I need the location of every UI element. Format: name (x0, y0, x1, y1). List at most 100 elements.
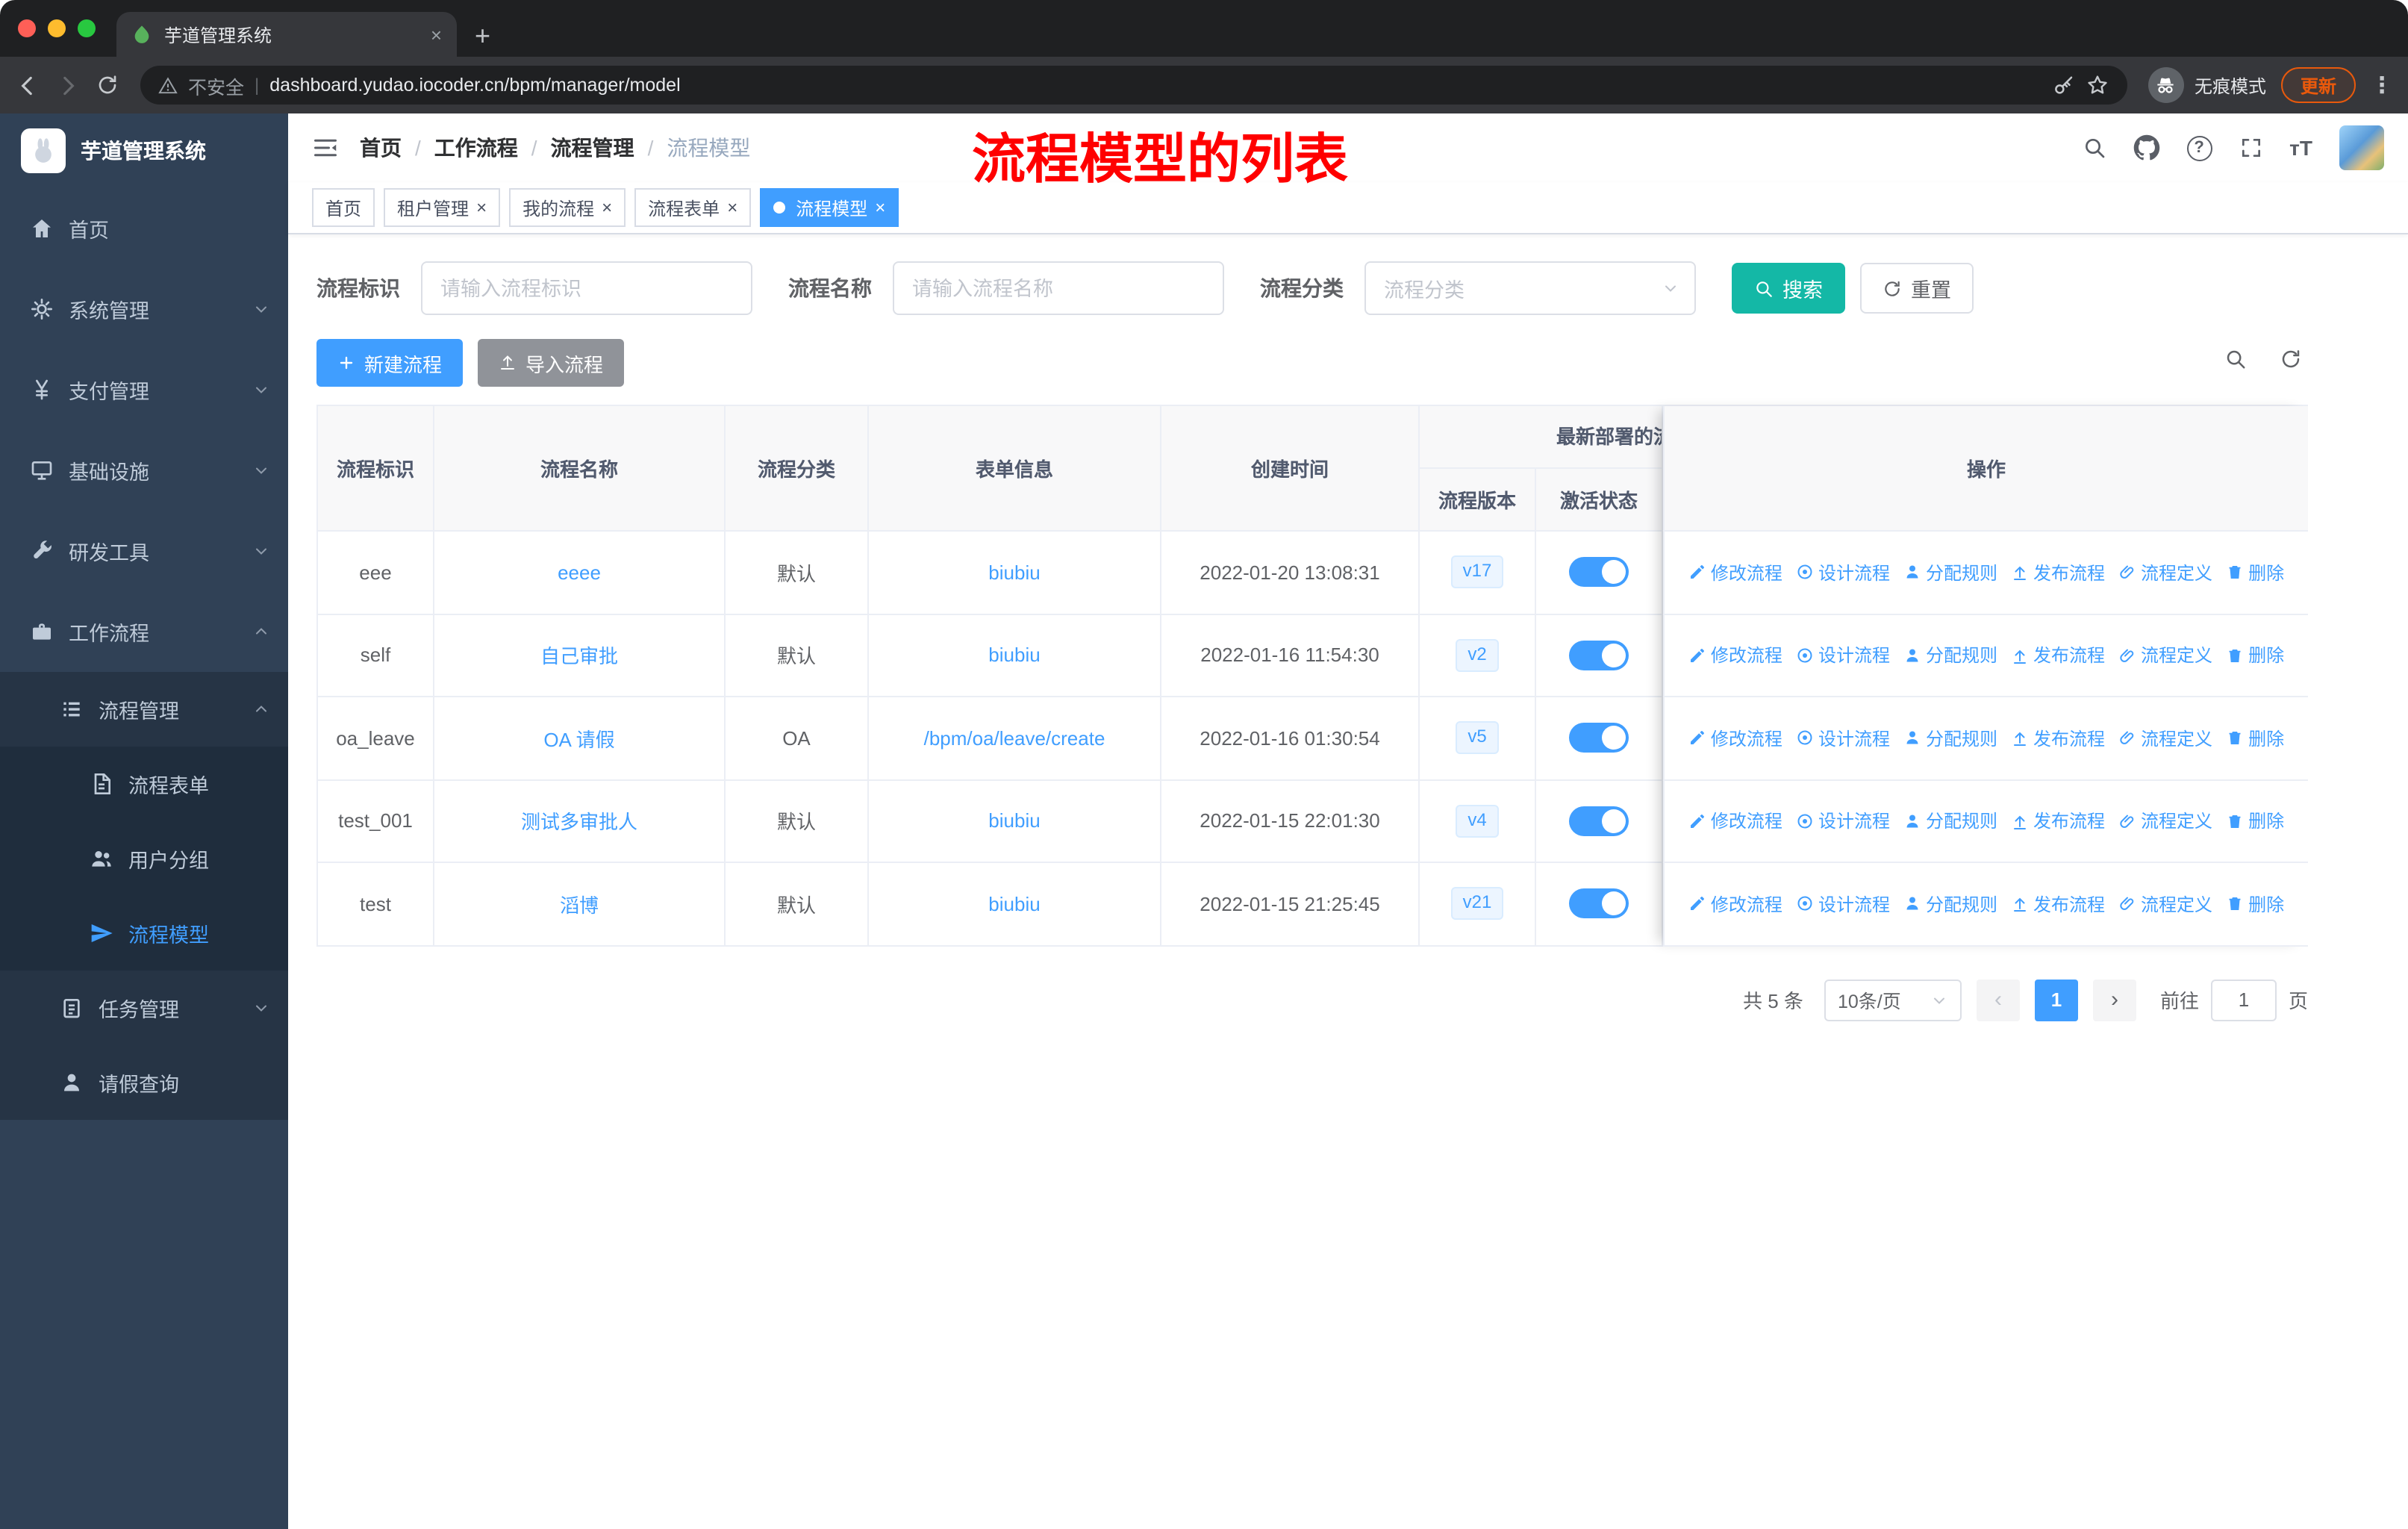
sidebar-collapse-icon[interactable] (312, 134, 339, 161)
back-button[interactable] (15, 72, 40, 98)
process-definition-link[interactable]: 流程定义 (2118, 560, 2212, 585)
search-icon[interactable] (2082, 136, 2106, 160)
tag-home[interactable]: 首页 (312, 188, 375, 227)
window-zoom-button[interactable] (78, 19, 96, 37)
publish-process-link[interactable]: 发布流程 (2011, 809, 2105, 834)
process-name-link[interactable]: 自己审批 (540, 641, 618, 670)
sidebar-item-process-form[interactable]: 流程表单 (0, 747, 288, 821)
edit-process-link[interactable]: 修改流程 (1688, 726, 1782, 751)
assign-rule-link[interactable]: 分配规则 (1903, 643, 1997, 668)
active-toggle[interactable] (1569, 806, 1629, 836)
close-icon[interactable]: × (476, 197, 487, 218)
page-size-select[interactable]: 10条/页 (1824, 979, 1962, 1021)
assign-rule-link[interactable]: 分配规则 (1903, 560, 1997, 585)
design-process-link[interactable]: 设计流程 (1796, 560, 1890, 585)
assign-rule-link[interactable]: 分配规则 (1903, 891, 1997, 917)
design-process-link[interactable]: 设计流程 (1796, 891, 1890, 917)
active-toggle[interactable] (1569, 640, 1629, 670)
form-info-link[interactable]: biubiu (988, 644, 1040, 667)
delete-process-link[interactable]: 删除 (2226, 560, 2284, 585)
process-definition-link[interactable]: 流程定义 (2118, 891, 2212, 917)
browser-update-button[interactable]: 更新 (2280, 67, 2356, 103)
publish-process-link[interactable]: 发布流程 (2011, 891, 2105, 917)
breadcrumb-workflow[interactable]: 工作流程 (434, 133, 518, 163)
refresh-table-button[interactable] (2280, 348, 2302, 378)
assign-rule-link[interactable]: 分配规则 (1903, 809, 1997, 834)
current-page-button[interactable]: 1 (2034, 979, 2078, 1021)
close-icon[interactable]: × (727, 197, 737, 218)
new-tab-button[interactable]: + (475, 22, 490, 49)
user-avatar[interactable] (2339, 125, 2384, 170)
publish-process-link[interactable]: 发布流程 (2011, 643, 2105, 668)
process-id-input[interactable] (421, 261, 752, 315)
reload-button[interactable] (96, 73, 119, 97)
active-toggle[interactable] (1569, 557, 1629, 588)
prev-page-button[interactable]: ‹ (1976, 979, 2020, 1021)
edit-process-link[interactable]: 修改流程 (1688, 560, 1782, 585)
tag-tenant[interactable]: 租户管理 × (384, 188, 501, 227)
category-select[interactable]: 流程分类 (1364, 261, 1696, 315)
sidebar-item-payment[interactable]: 支付管理 (0, 349, 288, 430)
process-name-link[interactable]: OA 请假 (543, 724, 614, 753)
edit-process-link[interactable]: 修改流程 (1688, 809, 1782, 834)
sidebar-item-leave-query[interactable]: 请假查询 (0, 1045, 288, 1120)
publish-process-link[interactable]: 发布流程 (2011, 726, 2105, 751)
edit-process-link[interactable]: 修改流程 (1688, 643, 1782, 668)
sidebar-item-workflow[interactable]: 工作流程 (0, 591, 288, 672)
bookmark-star-icon[interactable] (2086, 73, 2109, 97)
form-info-link[interactable]: /bpm/oa/leave/create (924, 727, 1105, 750)
edit-process-link[interactable]: 修改流程 (1688, 891, 1782, 917)
browser-menu-icon[interactable]: ⋮ (2371, 72, 2393, 99)
process-definition-link[interactable]: 流程定义 (2118, 643, 2212, 668)
process-definition-link[interactable]: 流程定义 (2118, 726, 2212, 751)
forward-button[interactable] (55, 72, 81, 98)
goto-page-input[interactable] (2210, 979, 2277, 1021)
close-icon[interactable]: × (875, 197, 885, 218)
delete-process-link[interactable]: 删除 (2226, 643, 2284, 668)
tag-my-process[interactable]: 我的流程 × (509, 188, 626, 227)
form-info-link[interactable]: biubiu (988, 810, 1040, 832)
delete-process-link[interactable]: 删除 (2226, 809, 2284, 834)
design-process-link[interactable]: 设计流程 (1796, 643, 1890, 668)
process-name-input[interactable] (893, 261, 1224, 315)
process-name-link[interactable]: eeee (558, 561, 601, 584)
process-definition-link[interactable]: 流程定义 (2118, 809, 2212, 834)
sidebar-item-system[interactable]: 系统管理 (0, 269, 288, 349)
import-process-button[interactable]: 导入流程 (478, 339, 625, 387)
delete-process-link[interactable]: 删除 (2226, 891, 2284, 917)
tab-close-icon[interactable]: × (431, 23, 442, 46)
breadcrumb-process-management[interactable]: 流程管理 (551, 133, 634, 163)
form-info-link[interactable]: biubiu (988, 561, 1040, 584)
delete-process-link[interactable]: 删除 (2226, 726, 2284, 751)
window-close-button[interactable] (18, 19, 36, 37)
form-info-link[interactable]: biubiu (988, 893, 1040, 915)
design-process-link[interactable]: 设计流程 (1796, 726, 1890, 751)
help-icon[interactable]: ? (2186, 135, 2212, 161)
sidebar-item-process-model[interactable]: 流程模型 (0, 896, 288, 971)
reset-button[interactable]: 重置 (1860, 263, 1974, 314)
password-key-icon[interactable] (2053, 74, 2075, 96)
github-icon[interactable] (2133, 134, 2159, 161)
search-button[interactable]: 搜索 (1732, 263, 1845, 314)
active-toggle[interactable] (1569, 723, 1629, 753)
tag-process-form[interactable]: 流程表单 × (634, 188, 752, 227)
breadcrumb-home[interactable]: 首页 (360, 133, 402, 163)
design-process-link[interactable]: 设计流程 (1796, 809, 1890, 834)
toggle-search-button[interactable] (2224, 348, 2247, 378)
process-name-link[interactable]: 滔博 (560, 890, 599, 918)
create-process-button[interactable]: 新建流程 (316, 339, 464, 387)
close-icon[interactable]: × (602, 197, 612, 218)
sidebar-item-infrastructure[interactable]: 基础设施 (0, 430, 288, 511)
window-minimize-button[interactable] (48, 19, 66, 37)
sidebar-item-home[interactable]: 首页 (0, 188, 288, 269)
assign-rule-link[interactable]: 分配规则 (1903, 726, 1997, 751)
next-page-button[interactable]: › (2092, 979, 2136, 1021)
publish-process-link[interactable]: 发布流程 (2011, 560, 2105, 585)
process-name-link[interactable]: 测试多审批人 (521, 807, 637, 835)
sidebar-item-process-management[interactable]: 流程管理 (0, 672, 288, 747)
font-size-icon[interactable]: тT (2289, 136, 2312, 160)
sidebar-item-user-group[interactable]: 用户分组 (0, 821, 288, 896)
fullscreen-icon[interactable] (2239, 136, 2262, 160)
sidebar-item-task-management[interactable]: 任务管理 (0, 971, 288, 1045)
tag-process-model[interactable]: 流程模型 × (760, 188, 899, 227)
